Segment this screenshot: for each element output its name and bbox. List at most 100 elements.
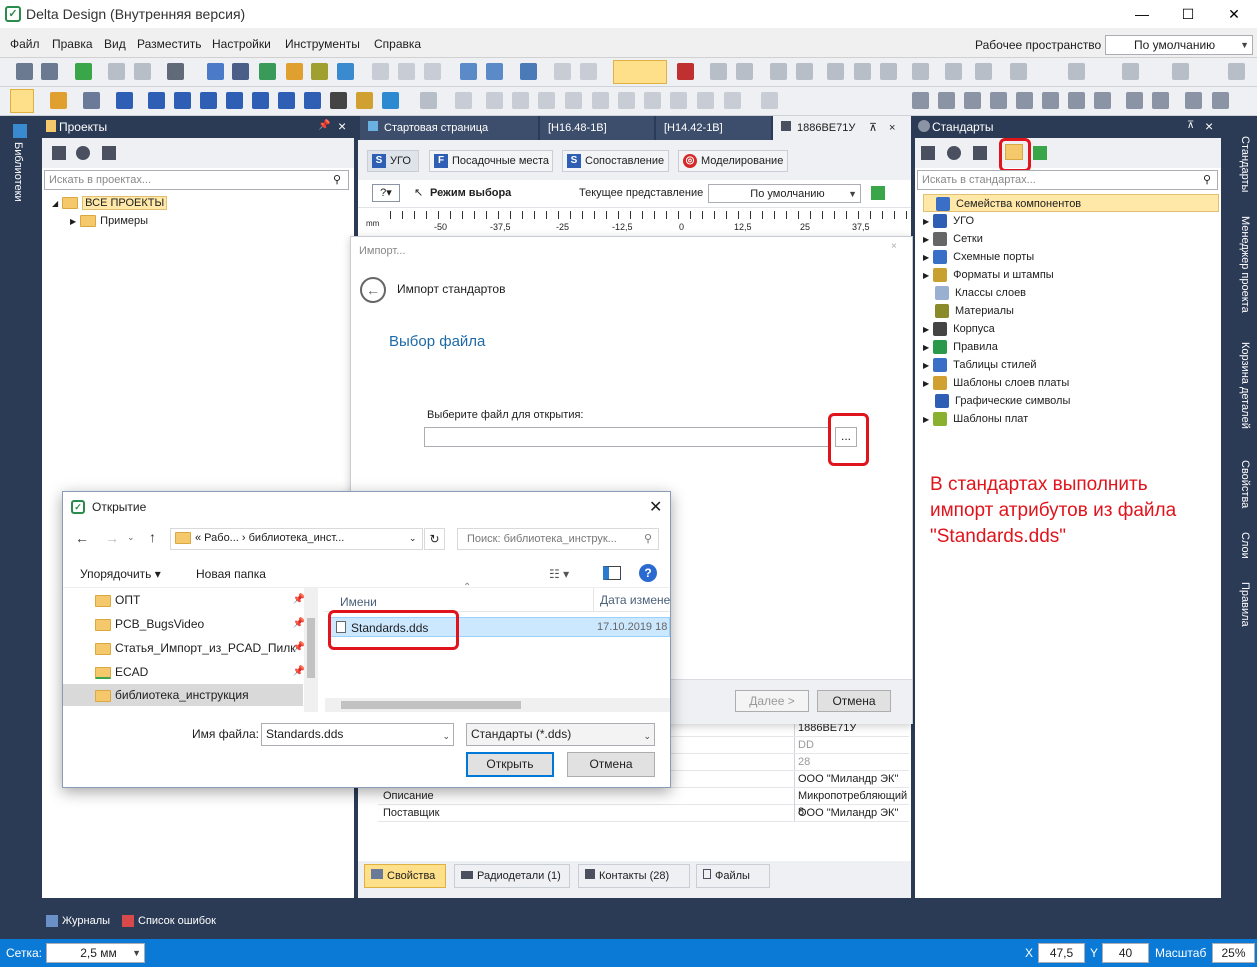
pin-icon[interactable]	[420, 92, 437, 109]
preview-pane-icon[interactable]	[603, 566, 621, 580]
nav-item-ecad[interactable]: ECAD 📌	[95, 663, 305, 681]
snap-toggle-group[interactable]	[613, 60, 667, 84]
collapse-icon[interactable]	[973, 146, 987, 160]
libraries-tab[interactable]: Библиотеки	[12, 142, 24, 202]
tool9-icon[interactable]	[945, 63, 962, 80]
tool3-icon[interactable]	[770, 63, 787, 80]
gear-icon[interactable]	[912, 92, 929, 109]
tab-files[interactable]: Файлы	[696, 864, 770, 888]
std-item-board-layer-templates[interactable]: ▶ Шаблоны слоев платы	[923, 374, 1069, 392]
maximize-button[interactable]: ☐	[1165, 0, 1211, 28]
pin4-icon[interactable]	[538, 92, 555, 109]
open-cancel-button[interactable]: Отмена	[567, 752, 655, 777]
filetype-select[interactable]: Стандарты (*.dds) ⌄	[466, 723, 655, 746]
forward-icon[interactable]: →	[105, 530, 119, 546]
expand-icon[interactable]: ▶	[923, 379, 929, 388]
subtab-footprints[interactable]: F Посадочные места	[429, 150, 553, 172]
tab-h14[interactable]: [H14.42-1B]	[656, 116, 771, 140]
std-item-graphic-symbols[interactable]: Графические символы	[923, 392, 1070, 410]
organize-button[interactable]: Упорядочить ▾	[80, 567, 161, 581]
arc-icon[interactable]	[226, 92, 243, 109]
scrollbar-thumb[interactable]	[341, 701, 521, 709]
table-icon[interactable]	[337, 63, 354, 80]
right-tab-properties[interactable]: Свойства	[1239, 460, 1251, 508]
tab-h16[interactable]: [H16.48-1B]	[540, 116, 654, 140]
pin2-icon[interactable]	[486, 92, 503, 109]
std-item-ugo[interactable]: ▶ УГО	[923, 212, 974, 230]
tool7-icon[interactable]	[880, 63, 897, 80]
help-mode-icon[interactable]: ?▾	[372, 184, 400, 202]
chevron-down-icon[interactable]: ⌄	[442, 726, 450, 747]
minimize-button[interactable]: —	[1119, 0, 1165, 28]
tab-contacts[interactable]: Контакты (28)	[578, 864, 690, 888]
wrench-icon[interactable]	[1126, 92, 1143, 109]
tool12-icon[interactable]	[1068, 63, 1085, 80]
pin6-icon[interactable]	[592, 92, 609, 109]
menu-place[interactable]: Разместить	[137, 37, 202, 51]
up-icon[interactable]: ↑	[149, 529, 156, 545]
view-select[interactable]: По умолчанию ▼	[708, 184, 861, 203]
package-icon[interactable]	[311, 63, 328, 80]
hammer-icon[interactable]	[921, 146, 935, 160]
table-row[interactable]: Описание Микропотребляющий 8	[378, 788, 909, 820]
std-item-styles[interactable]: ▶ Таблицы стилей	[923, 356, 1037, 374]
rect-icon[interactable]	[148, 92, 165, 109]
pin-icon[interactable]: 📌	[318, 120, 330, 131]
wrench2-icon[interactable]	[1152, 92, 1169, 109]
tab-error-list[interactable]: Список ошибок	[138, 915, 216, 927]
back-icon[interactable]: ←	[75, 530, 89, 546]
settings-icon[interactable]	[990, 92, 1007, 109]
tool5-icon[interactable]	[827, 63, 844, 80]
close-panel-icon[interactable]: ×	[338, 118, 346, 134]
zoom-in-icon[interactable]	[460, 63, 477, 80]
subtab-mapping[interactable]: S Сопоставление	[562, 150, 669, 172]
doc2-icon[interactable]	[398, 63, 415, 80]
print-icon[interactable]	[167, 63, 184, 80]
search-icon[interactable]: ⚲	[1203, 173, 1211, 186]
help-icon[interactable]: ?	[639, 564, 657, 582]
grid-select[interactable]: 2,5 мм ▼	[46, 943, 145, 963]
projects-search-input[interactable]: Искать в проектах...	[44, 170, 349, 190]
col-date-header[interactable]: Дата изменен	[593, 588, 670, 612]
layers-icon[interactable]	[964, 92, 981, 109]
collapse-icon[interactable]	[102, 146, 116, 160]
drc-icon[interactable]	[677, 63, 694, 80]
std-item-layer-classes[interactable]: Классы слоев	[923, 284, 1026, 302]
close-button[interactable]: ✕	[1211, 0, 1257, 28]
workspace-select[interactable]: По умолчанию ▼	[1105, 35, 1253, 55]
table-row[interactable]: Поставщик ООО "Миландр ЭК"	[378, 805, 909, 822]
next-button[interactable]: Далее >	[735, 690, 809, 712]
close-icon[interactable]: ✕	[649, 497, 662, 517]
zoom-out-icon[interactable]	[486, 63, 503, 80]
nav-item-library[interactable]: библиотека_инструкция	[95, 686, 305, 704]
tool-icon[interactable]	[710, 63, 727, 80]
open-button[interactable]: Открыть	[466, 752, 554, 777]
std-item-packages[interactable]: ▶ Корпуса	[923, 320, 995, 338]
std-item-rules[interactable]: ▶ Правила	[923, 338, 998, 356]
path-bar[interactable]: « Рабо... › библиотека_инст... ⌄	[170, 528, 423, 550]
search-icon[interactable]: ⚲	[333, 173, 341, 186]
text-icon[interactable]	[330, 92, 347, 109]
expand-icon[interactable]: ▶	[923, 253, 929, 262]
component-icon[interactable]	[286, 63, 303, 80]
zoom-sel-icon[interactable]	[580, 63, 597, 80]
right-tab-parts-bin[interactable]: Корзина деталей	[1239, 342, 1251, 429]
right-tab-project-manager[interactable]: Менеджер проекта	[1239, 216, 1251, 313]
export-icon[interactable]	[1033, 146, 1047, 160]
port2-icon[interactable]	[697, 92, 714, 109]
pin5-icon[interactable]	[565, 92, 582, 109]
tab-start-page[interactable]: Стартовая страница	[360, 116, 538, 140]
tab-properties[interactable]: Свойства	[364, 864, 446, 888]
subtab-ugo[interactable]: S УГО	[367, 150, 419, 172]
expand-icon[interactable]: ▶	[923, 325, 929, 334]
nav-item-opt[interactable]: ОПТ 📌	[95, 591, 305, 609]
menu-file[interactable]: Файл	[10, 37, 40, 51]
fit-icon[interactable]	[520, 63, 537, 80]
undo-icon[interactable]	[108, 63, 125, 80]
filter-icon[interactable]	[1042, 92, 1059, 109]
tool8-icon[interactable]	[912, 63, 929, 80]
back-arrow-icon[interactable]: ←	[360, 277, 386, 303]
filename-input[interactable]: Standards.dds ⌄	[261, 723, 454, 746]
std-item-board-templates[interactable]: ▶ Шаблоны плат	[923, 410, 1028, 428]
hammer-icon[interactable]	[52, 146, 66, 160]
